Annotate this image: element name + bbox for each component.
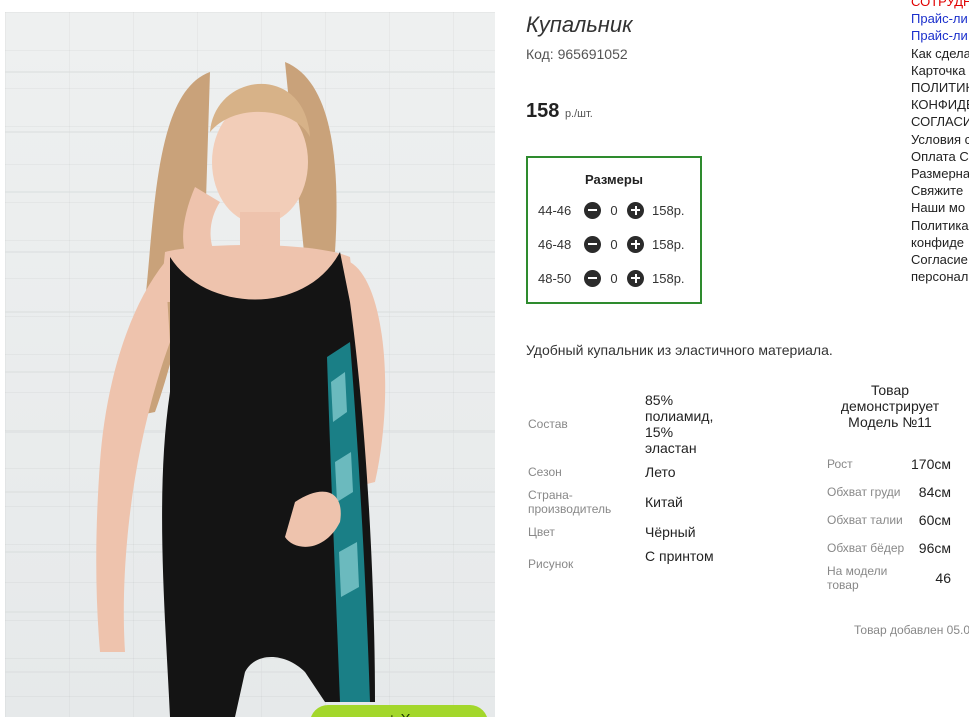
sidebar-link[interactable]: Наши мо: [911, 199, 969, 216]
sidebar-link[interactable]: КОНФИДЕ: [911, 96, 969, 113]
size-price: 158р.: [652, 270, 685, 286]
size-row: 48-50 0 158р.: [538, 268, 685, 288]
sidebar-link[interactable]: СОТРУДН: [911, 0, 969, 10]
sizes-panel: Размеры 44-46 0 158р. 46-48 0 158р. 48-5…: [526, 156, 702, 304]
sidebar-link[interactable]: Прайс-ли: [911, 10, 969, 27]
sidebar-link[interactable]: Условия с: [911, 131, 969, 148]
product-description: Удобный купальник из эластичного материа…: [526, 342, 833, 358]
size-price: 158р.: [652, 236, 685, 252]
sidebar-link[interactable]: Свяжите: [911, 182, 969, 199]
plus-icon[interactable]: [627, 269, 644, 287]
minus-icon[interactable]: [584, 269, 601, 287]
attr-value-composition: 85% полиамид, 15% эластан: [645, 392, 714, 456]
model-param-value: 96см: [918, 540, 951, 556]
add-to-cart-button[interactable]: + Х: [310, 705, 488, 717]
model-heading: Товар демонстрирует Модель №11: [840, 382, 940, 430]
model-param-value: 84см: [918, 484, 951, 500]
size-row: 46-48 0 158р.: [538, 234, 685, 254]
sidebar-link[interactable]: Политика: [911, 217, 969, 234]
model-param-value: 60см: [918, 512, 951, 528]
model-param-value: 170см: [911, 456, 951, 472]
plus-icon[interactable]: [627, 235, 644, 253]
sidebar-link[interactable]: ПОЛИТИК: [911, 79, 969, 96]
quantity-value[interactable]: 0: [601, 271, 627, 286]
added-date-text: Товар добавлен 05.0: [854, 623, 969, 637]
model-param-label: Обхват груди: [827, 485, 901, 499]
sidebar-link[interactable]: Как сдела: [911, 45, 969, 62]
sidebar-link[interactable]: конфиде: [911, 234, 969, 251]
quantity-value[interactable]: 0: [601, 237, 627, 252]
right-sidebar-links: СОТРУДН Прайс-ли Прайс-ли Как сдела Карт…: [911, 0, 969, 285]
size-label: 44-46: [538, 202, 572, 218]
product-photo[interactable]: + Х: [5, 12, 495, 717]
price-value: 158: [526, 100, 560, 122]
attr-value-pattern: С принтом: [645, 548, 714, 564]
product-title: Купальник: [526, 12, 633, 37]
minus-icon[interactable]: [584, 235, 601, 253]
sidebar-link[interactable]: Прайс-ли: [911, 27, 969, 44]
model-param-label: Рост: [827, 457, 853, 471]
sidebar-link[interactable]: персонал: [911, 268, 969, 285]
model-param-label: Обхват бёдер: [827, 541, 905, 555]
quantity-value[interactable]: 0: [601, 203, 627, 218]
plus-icon[interactable]: [627, 201, 644, 219]
attr-label-composition: Состав: [528, 417, 568, 431]
model-param-label: Обхват талии: [827, 513, 903, 527]
attr-label-color: Цвет: [528, 525, 555, 539]
attr-label-pattern: Рисунок: [528, 557, 574, 571]
size-label: 46-48: [538, 236, 572, 252]
model-figure-illustration: [5, 62, 495, 717]
product-code: Код: 965691052: [526, 46, 628, 62]
sidebar-link[interactable]: СОГЛАСИ: [911, 113, 969, 130]
size-label: 48-50: [538, 270, 572, 286]
attr-label-country: Страна-производитель: [528, 488, 612, 516]
model-param-label: На модели товар: [827, 564, 888, 592]
attr-value-color: Чёрный: [645, 524, 696, 540]
sidebar-link[interactable]: Карточка: [911, 62, 969, 79]
sidebar-link[interactable]: Согласие: [911, 251, 969, 268]
minus-icon[interactable]: [584, 201, 601, 219]
attr-label-season: Сезон: [528, 465, 562, 479]
price-unit: р./шт.: [564, 108, 593, 120]
model-param-value: 46: [935, 570, 951, 586]
sidebar-link[interactable]: Размерна: [911, 165, 969, 182]
sizes-title: Размеры: [585, 172, 643, 187]
attr-value-country: Китай: [645, 494, 683, 510]
sidebar-link[interactable]: Оплата С: [911, 148, 969, 165]
product-price: 158 р./шт.: [526, 100, 593, 123]
attr-value-season: Лето: [645, 464, 676, 480]
size-row: 44-46 0 158р.: [538, 200, 685, 220]
size-price: 158р.: [652, 202, 685, 218]
